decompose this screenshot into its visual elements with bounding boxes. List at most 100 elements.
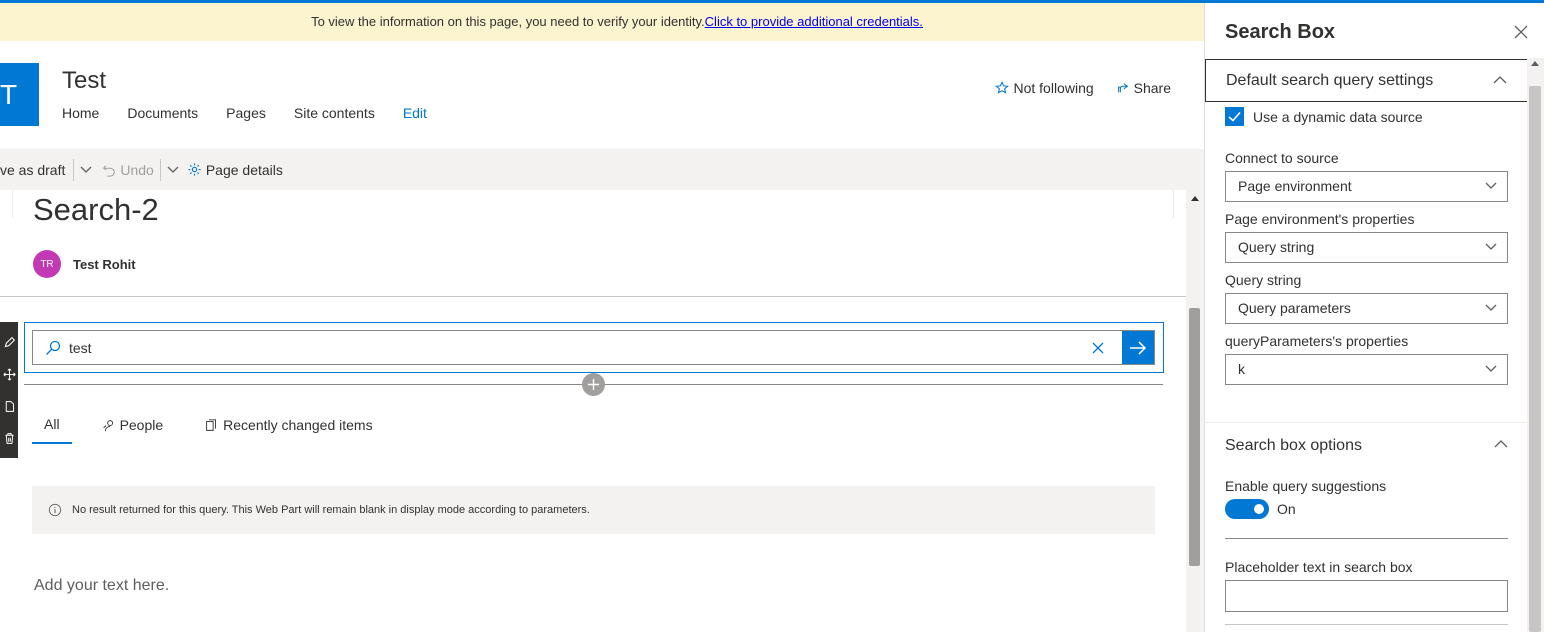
query-suggestions-label: Enable query suggestions xyxy=(1225,478,1387,494)
page-details-label: Page details xyxy=(205,161,283,178)
site-nav: Home Documents Pages Site contents Edit xyxy=(62,105,427,121)
query-params-properties-label: queryParameters's properties xyxy=(1225,333,1409,349)
dropdown-value: Query parameters xyxy=(1238,300,1351,316)
dynamic-source-checkbox[interactable]: Use a dynamic data source xyxy=(1225,107,1423,126)
page-canvas: Search-2 TR Test Rohit test All People R… xyxy=(0,190,1186,632)
share-button[interactable]: Share xyxy=(1116,80,1171,96)
page-scrollbar[interactable] xyxy=(1186,190,1204,632)
text-webpart-placeholder[interactable]: Add your text here. xyxy=(34,577,169,595)
nav-item-site-contents[interactable]: Site contents xyxy=(294,105,375,121)
site-header: T Test Home Documents Pages Site content… xyxy=(0,41,1204,149)
chevron-down-icon xyxy=(1485,365,1497,372)
group-default-query-settings[interactable]: Default search query settings xyxy=(1205,59,1528,102)
follow-label: Not following xyxy=(1013,80,1094,96)
tab-people-label: People xyxy=(119,417,164,433)
gear-icon xyxy=(188,163,201,176)
site-logo[interactable]: T xyxy=(0,63,39,126)
query-string-label: Query string xyxy=(1225,272,1302,288)
search-icon xyxy=(46,340,61,355)
save-options-chevron[interactable] xyxy=(80,166,92,174)
site-logo-letter: T xyxy=(0,79,18,110)
tab-recently-changed[interactable]: Recently changed items xyxy=(193,414,384,444)
chevron-down-icon xyxy=(1485,243,1497,250)
chevron-down-icon xyxy=(1485,182,1497,189)
group-search-box-options[interactable]: Search box options xyxy=(1205,424,1528,467)
webpart-toolbar xyxy=(0,322,18,458)
page-title[interactable]: Search-2 xyxy=(33,192,159,228)
title-region xyxy=(12,190,1174,218)
undo-icon xyxy=(103,164,116,177)
env-properties-label: Page environment's properties xyxy=(1225,211,1415,227)
toggle-state: On xyxy=(1277,501,1296,517)
search-input[interactable]: test xyxy=(32,330,1155,365)
checkbox-checked[interactable] xyxy=(1225,107,1244,126)
undo-options-chevron[interactable] xyxy=(167,166,179,174)
scroll-thumb[interactable] xyxy=(1529,86,1541,632)
notice-text: To view the information on this page, yo… xyxy=(311,14,705,29)
field-separator xyxy=(1225,538,1508,539)
page-details-button[interactable]: Page details xyxy=(187,162,283,178)
author-name: Test Rohit xyxy=(73,256,136,272)
scroll-thumb[interactable] xyxy=(1189,308,1200,566)
pencil-icon[interactable] xyxy=(3,336,16,349)
property-pane-scrollbar[interactable] xyxy=(1527,58,1544,632)
avatar: TR xyxy=(33,250,61,278)
placeholder-text-field[interactable] xyxy=(1225,580,1508,612)
scroll-up-arrow-icon[interactable] xyxy=(1191,196,1199,201)
chevron-down-icon xyxy=(1485,304,1497,311)
author-byline: TR Test Rohit xyxy=(33,250,136,278)
documents-icon xyxy=(206,418,217,431)
credentials-link[interactable]: Click to provide additional credentials. xyxy=(705,14,923,29)
nav-item-home[interactable]: Home xyxy=(62,105,99,121)
chevron-down-icon xyxy=(80,166,92,173)
group-separator xyxy=(1205,422,1528,423)
query-suggestions-toggle-row: On xyxy=(1225,499,1296,519)
query-params-properties-dropdown[interactable]: k xyxy=(1225,354,1508,385)
dropdown-value: k xyxy=(1238,361,1245,377)
undo-button[interactable]: Undo xyxy=(102,161,154,178)
follow-button[interactable]: Not following xyxy=(995,80,1094,96)
field-separator xyxy=(1225,624,1508,625)
checkbox-label: Use a dynamic data source xyxy=(1253,108,1423,125)
share-icon xyxy=(1117,83,1128,93)
checkmark-icon xyxy=(1228,111,1241,122)
nav-edit-link[interactable]: Edit xyxy=(403,105,427,121)
nav-item-documents[interactable]: Documents xyxy=(127,105,198,121)
connect-source-dropdown[interactable]: Page environment xyxy=(1225,171,1508,202)
tab-people[interactable]: People xyxy=(90,414,176,444)
tab-recently-changed-label: Recently changed items xyxy=(223,417,373,433)
save-as-draft-button[interactable]: ve as draft xyxy=(0,162,65,178)
close-icon[interactable] xyxy=(1514,25,1528,39)
verticals-tabs: All People Recently changed items xyxy=(32,414,385,444)
add-webpart-button[interactable] xyxy=(582,373,605,396)
property-pane: Search Box Default search query settings… xyxy=(1204,3,1544,632)
header-actions: Not following Share xyxy=(995,80,1171,96)
query-string-dropdown[interactable]: Query parameters xyxy=(1225,293,1508,324)
divider xyxy=(73,158,75,181)
chevron-up-icon xyxy=(1494,440,1508,448)
duplicate-icon[interactable] xyxy=(3,400,16,413)
group-title: Default search query settings xyxy=(1226,71,1434,89)
tab-all[interactable]: All xyxy=(32,414,72,444)
divider xyxy=(159,158,161,181)
undo-label: Undo xyxy=(120,161,154,178)
command-bar: ve as draft Undo Page details xyxy=(0,149,1204,190)
connect-source-label: Connect to source xyxy=(1225,150,1339,166)
placeholder-text-label: Placeholder text in search box xyxy=(1225,559,1413,575)
clear-icon[interactable] xyxy=(1090,340,1106,356)
delete-icon[interactable] xyxy=(3,432,16,445)
share-label: Share xyxy=(1133,80,1171,96)
scroll-up-arrow-icon[interactable] xyxy=(1531,61,1539,66)
nav-item-pages[interactable]: Pages xyxy=(226,105,266,121)
site-title[interactable]: Test xyxy=(62,67,106,95)
query-suggestions-toggle[interactable] xyxy=(1225,499,1269,519)
save-label: ve as draft xyxy=(0,161,66,178)
property-pane-title: Search Box xyxy=(1225,21,1336,43)
plus-icon xyxy=(587,378,600,391)
people-icon xyxy=(102,419,113,431)
tab-all-label: All xyxy=(44,416,60,432)
move-icon[interactable] xyxy=(2,367,16,381)
env-properties-dropdown[interactable]: Query string xyxy=(1225,232,1508,263)
toggle-knob xyxy=(1254,504,1264,514)
search-submit-button[interactable] xyxy=(1122,331,1154,364)
